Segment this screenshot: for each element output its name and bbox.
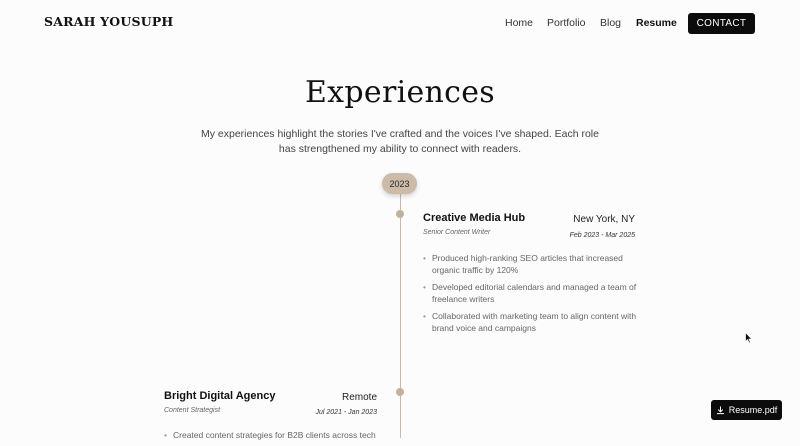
page-title: Experiences xyxy=(304,75,496,110)
nav-resume[interactable]: Resume xyxy=(636,17,677,29)
brand-logo[interactable]: SARAH YOUSUPH xyxy=(44,14,173,29)
list-item: Produced high-ranking SEO articles that … xyxy=(423,252,638,276)
mouse-cursor-icon xyxy=(745,331,753,349)
timeline-dot xyxy=(396,210,404,218)
experience-role: Senior Content Writer xyxy=(423,229,491,236)
timeline-dot xyxy=(396,388,404,396)
download-icon xyxy=(716,405,725,415)
experience-dates: Jul 2021 - Jan 2023 xyxy=(315,409,378,416)
contact-button[interactable]: CONTACT xyxy=(688,13,755,34)
nav-portfolio[interactable]: Portfolio xyxy=(547,17,586,29)
experience-company: Bright Digital Agency xyxy=(164,390,276,402)
resume-download-label: Resume.pdf xyxy=(728,405,778,415)
timeline-line xyxy=(399,190,401,438)
experience-role: Content Strategist xyxy=(164,407,221,414)
nav-blog[interactable]: Blog xyxy=(600,17,621,29)
experience-location: New York, NY xyxy=(573,214,635,225)
list-item: Collaborated with marketing team to alig… xyxy=(423,310,638,334)
experience-location: Remote xyxy=(341,392,377,403)
list-item: Created content strategies for B2B clien… xyxy=(164,429,379,441)
intro-text: My experiences highlight the stories I'v… xyxy=(201,128,599,155)
experience-dates: Feb 2023 - Mar 2025 xyxy=(569,232,635,239)
resume-download-button[interactable]: Resume.pdf xyxy=(711,400,782,420)
nav-home[interactable]: Home xyxy=(505,17,533,29)
experience-bullets: Produced high-ranking SEO articles that … xyxy=(423,252,638,339)
list-item: Developed editorial calendars and manage… xyxy=(423,281,638,305)
year-badge: 2023 xyxy=(382,173,417,194)
experience-company: Creative Media Hub xyxy=(423,212,526,224)
